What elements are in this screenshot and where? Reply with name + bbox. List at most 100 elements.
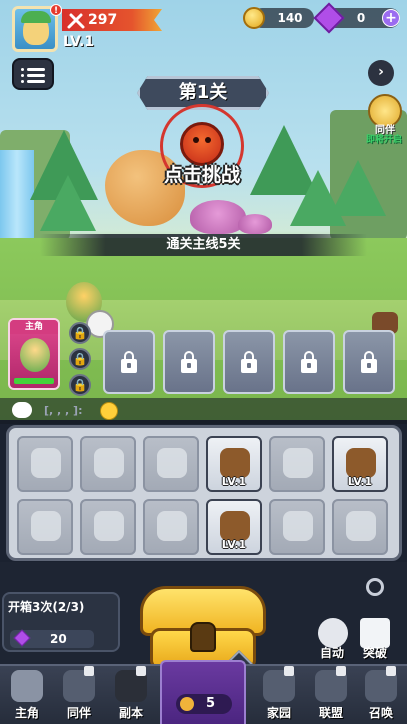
menu-button[interactable] [12, 58, 54, 90]
nav-item-partner[interactable]: 同伴 [54, 664, 104, 724]
necklace-amulet-icon [220, 448, 250, 478]
bracelet-icon [220, 511, 250, 541]
gem-value: 0 [356, 11, 366, 25]
chest-lock-icon [190, 622, 216, 652]
lock-icon: 🔒 [69, 348, 91, 370]
equip-level: LV.1 [221, 475, 247, 488]
nav-item-summon[interactable]: 召唤 [356, 664, 406, 724]
armor-icon [157, 448, 187, 478]
team-slot-locked[interactable] [283, 330, 335, 394]
menu-line [27, 80, 45, 83]
coin-icon [243, 7, 265, 29]
ring-icon [283, 511, 313, 541]
gem-icon [13, 629, 31, 647]
coin-value: 140 [277, 11, 303, 25]
lock-icon [336, 666, 346, 676]
helmet-icon [94, 448, 124, 478]
equip-level: LV.1 [347, 475, 373, 488]
skull-eye [193, 137, 199, 143]
lock-icon [121, 351, 137, 373]
equipment-panel: LV.1 LV.1 LV.1 [6, 425, 402, 561]
equip-slot-necklace-amulet[interactable]: LV.1 [206, 436, 262, 492]
chat-message: [, , , ]: [44, 404, 83, 417]
main-hero-card[interactable]: 主角 [8, 318, 60, 390]
mushroom [238, 214, 272, 234]
nav-item-dungeon[interactable]: 副本 [106, 664, 156, 724]
equip-slot-boots[interactable] [269, 436, 325, 492]
gloves-icon [31, 511, 61, 541]
shoulder-icon [157, 511, 187, 541]
team-slot-locked[interactable] [103, 330, 155, 394]
key-icon [180, 697, 194, 711]
hero-hp-fill [14, 378, 54, 384]
chest-tab[interactable]: 5 [160, 660, 246, 724]
lock-icon: 🔒 [69, 322, 91, 344]
lock-icon [284, 666, 294, 676]
mushroom [190, 200, 246, 234]
nav-item-home[interactable]: 家园 [254, 664, 304, 724]
chest-info-panel: 开箱3次(2/3) 20 [2, 592, 120, 652]
quest-banner[interactable]: 通关主线5关 [40, 234, 367, 256]
menu-dot [21, 80, 24, 83]
nav-label: 副本 [118, 706, 143, 720]
tree [40, 175, 96, 231]
hero-tag: 主角 [10, 320, 58, 334]
sword-power-icon [66, 10, 86, 30]
team-slot-locked[interactable] [343, 330, 395, 394]
equip-slot-helmet[interactable] [80, 436, 136, 492]
equip-slot-bracelet[interactable]: LV.1 [206, 499, 262, 555]
team-slot-locked[interactable] [163, 330, 215, 394]
equip-slot-pants[interactable]: LV.1 [332, 436, 388, 492]
nav-item-hero[interactable]: 主角 [2, 664, 52, 724]
avatar-hat [21, 11, 51, 23]
nav-item-alliance[interactable]: 联盟 [306, 664, 356, 724]
equip-level: LV.1 [221, 538, 247, 551]
lock-icon [241, 351, 257, 373]
hero-icon [11, 670, 43, 702]
pendant-icon [346, 511, 376, 541]
chest-cost-value: 20 [50, 632, 67, 646]
waterfall [0, 150, 34, 240]
breakthrough-label[interactable]: 突破 [355, 644, 395, 661]
equip-slot-weapon[interactable] [17, 436, 73, 492]
nav-label: 召唤 [368, 706, 393, 720]
hero-hp-bar [14, 378, 54, 384]
partner-unlock-sub: 即将开启 [365, 135, 402, 145]
equip-slot-shoulder[interactable] [143, 499, 199, 555]
nav-label: 联盟 [318, 706, 343, 720]
expand-arrow-button[interactable]: › [368, 60, 394, 86]
nav-label: 同伴 [66, 706, 91, 720]
tree [330, 160, 386, 216]
power-value: 297 [88, 12, 118, 28]
settings-gear-icon[interactable] [366, 578, 384, 596]
pants-icon [346, 448, 376, 478]
lock-icon: 🔒 [69, 374, 91, 396]
equip-slot-shield[interactable] [80, 499, 136, 555]
key-count: 5 [206, 696, 216, 711]
player-level: LV.1 [63, 34, 95, 50]
chat-bubble-icon[interactable] [12, 402, 32, 418]
team-slot-locked[interactable] [223, 330, 275, 394]
lock-icon [181, 351, 197, 373]
hero-portrait [20, 338, 50, 372]
weapon-icon [31, 448, 61, 478]
menu-dot [21, 68, 24, 71]
chest-cost: 20 [10, 629, 94, 648]
add-gems-button[interactable]: + [382, 9, 400, 27]
equip-slot-gloves[interactable] [17, 499, 73, 555]
lock-icon [136, 666, 146, 676]
equip-slot-armor[interactable] [143, 436, 199, 492]
lock-icon [301, 351, 317, 373]
equip-slot-ring[interactable] [269, 499, 325, 555]
menu-line [27, 74, 45, 77]
notification-badge: ! [50, 4, 62, 16]
challenge-label[interactable]: 点击挑战 [164, 160, 240, 187]
equip-slot-pendant[interactable] [332, 499, 388, 555]
chest-open-count: 开箱3次(2/3) [8, 600, 85, 614]
menu-line [27, 68, 45, 71]
nav-label: 主角 [14, 706, 39, 720]
emoji-icon [100, 402, 118, 420]
lock-icon [386, 666, 396, 676]
nav-label: 家园 [266, 706, 291, 720]
auto-label[interactable]: 自动 [312, 644, 352, 661]
